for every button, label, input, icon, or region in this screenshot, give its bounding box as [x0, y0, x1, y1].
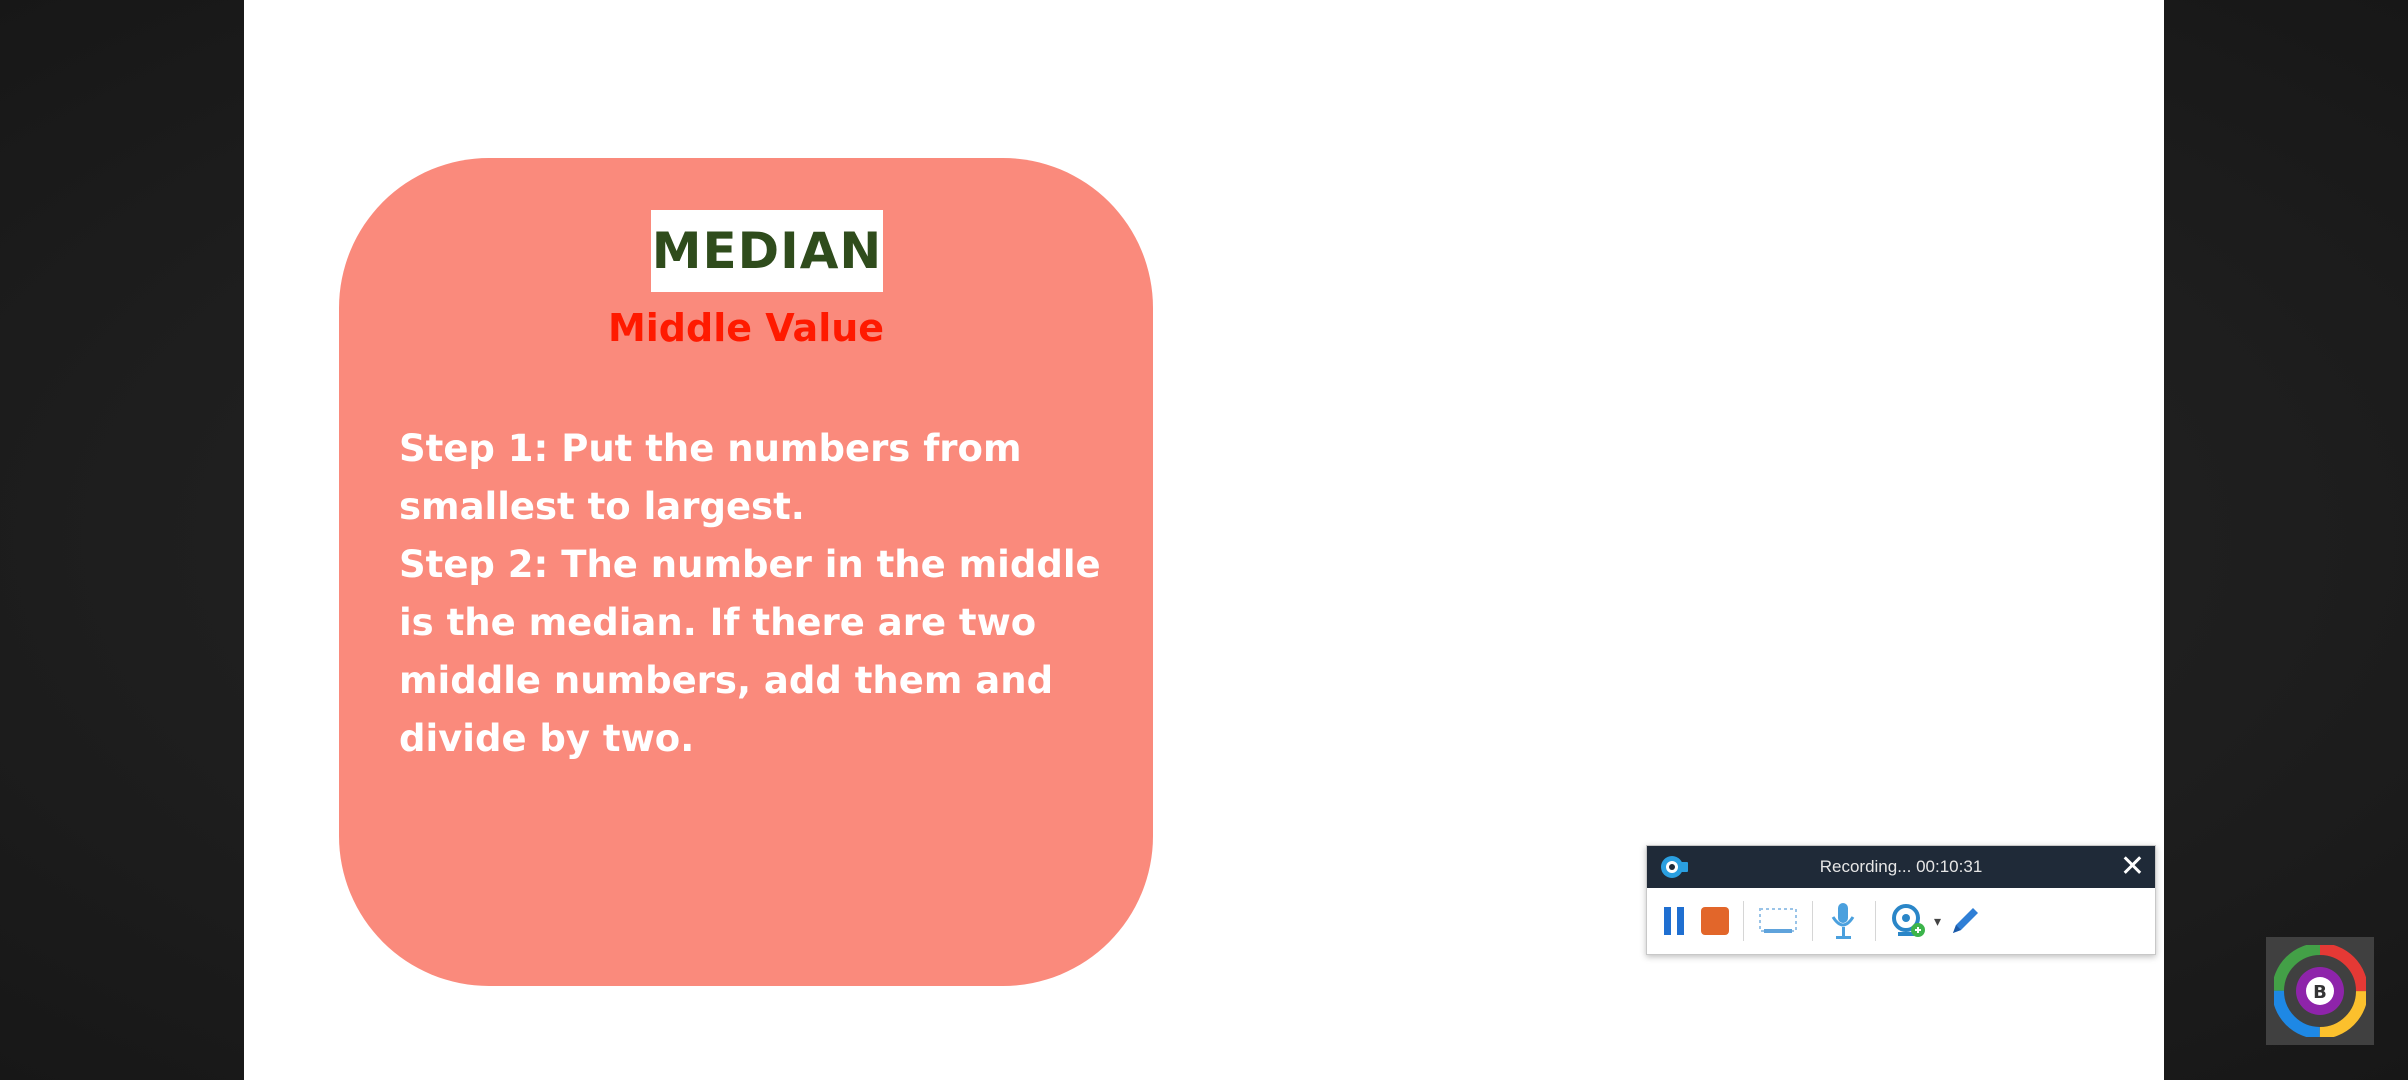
toolbar-divider	[1875, 901, 1876, 941]
recorder-logo-icon	[1661, 856, 1688, 878]
recorder-tools: ▾	[1647, 888, 2155, 954]
app-logo-badge[interactable]: B	[2266, 937, 2374, 1045]
close-icon[interactable]: ✕	[2120, 849, 2145, 885]
badge-letter: B	[2313, 982, 2327, 1003]
step-line: divide by two.	[399, 717, 695, 760]
recording-status: Recording... 00:10:31	[1819, 857, 1983, 876]
step-line: middle numbers, add them and	[399, 659, 1054, 702]
step-line: Step 2: The number in the middle	[399, 543, 1101, 586]
microphone-icon[interactable]	[1827, 897, 1861, 945]
step-line: is the median. If there are two	[399, 601, 1037, 644]
title-box: MEDIAN	[651, 210, 883, 292]
screen-capture-icon[interactable]	[1758, 897, 1798, 945]
toolbar-divider	[1743, 901, 1744, 941]
pen-icon[interactable]	[1947, 897, 1983, 945]
chevron-down-icon[interactable]: ▾	[1934, 913, 1941, 930]
slide-subtitle: Middle Value	[607, 306, 885, 350]
recorder-toolbar: Recording... 00:10:31 ✕ ▾	[1646, 845, 2156, 955]
steps-text: Step 1: Put the numbers from smallest to…	[399, 420, 1119, 768]
toolbar-divider	[1812, 901, 1813, 941]
app-logo-icon: B	[2274, 945, 2366, 1037]
pause-icon[interactable]	[1661, 897, 1687, 945]
median-card: MEDIAN Middle Value Step 1: Put the numb…	[339, 158, 1153, 986]
step-line: Step 1: Put the numbers from	[399, 427, 1022, 470]
webcam-icon[interactable]	[1890, 897, 1926, 945]
stop-icon[interactable]	[1701, 897, 1729, 945]
screen: MEDIAN Middle Value Step 1: Put the numb…	[0, 0, 2408, 1080]
recorder-header: Recording... 00:10:31 ✕	[1647, 846, 2155, 888]
step-line: smallest to largest.	[399, 485, 805, 528]
slide-title: MEDIAN	[651, 222, 883, 280]
